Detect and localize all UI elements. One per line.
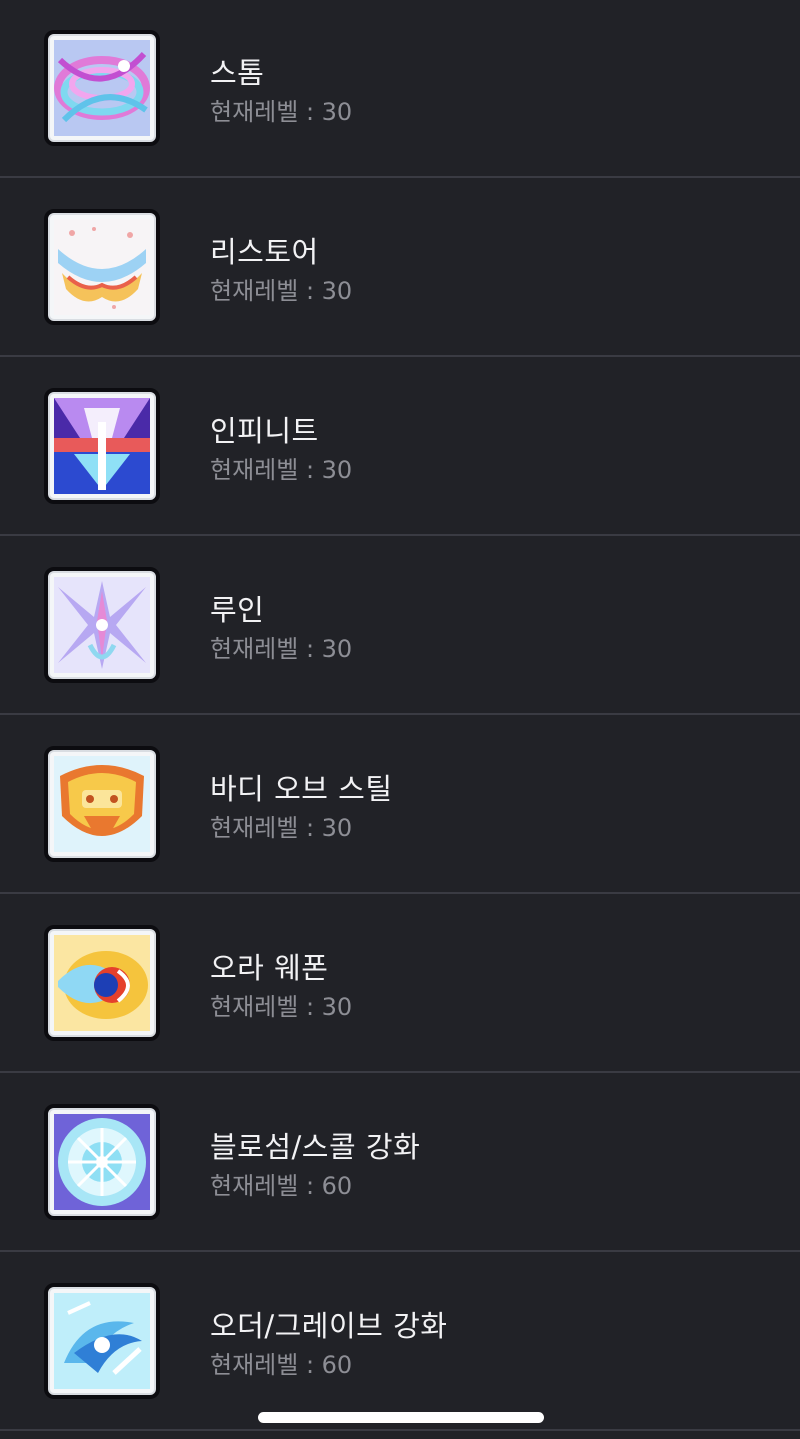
- skill-name: 리스토어: [210, 235, 319, 269]
- skill-level: 현재레벨 : 30: [210, 814, 353, 842]
- home-indicator[interactable]: [258, 1412, 544, 1423]
- ruin-icon: [44, 567, 160, 683]
- body-of-steel-icon: [44, 746, 160, 862]
- skill-row-body-of-steel[interactable]: 바디 오브 스틸 현재레벨 : 30: [0, 716, 800, 894]
- skill-name: 오더/그레이브 강화: [210, 1309, 448, 1343]
- skill-row-aura-weapon[interactable]: 오라 웨폰 현재레벨 : 30: [0, 895, 800, 1073]
- skill-name: 블로섬/스콜 강화: [210, 1130, 421, 1164]
- blossom-squall-icon: [44, 1104, 160, 1220]
- skill-name: 오라 웨폰: [210, 951, 329, 985]
- skill-name: 인피니트: [210, 414, 319, 448]
- skill-name: 바디 오브 스틸: [210, 772, 393, 806]
- skill-name: 루인: [210, 593, 265, 627]
- infinite-icon: [44, 388, 160, 504]
- storm-icon: [44, 30, 160, 146]
- skill-row-ruin[interactable]: 루인 현재레벨 : 30: [0, 537, 800, 715]
- skill-name: 스톰: [210, 56, 265, 90]
- skill-level: 현재레벨 : 30: [210, 98, 353, 126]
- aura-weapon-icon: [44, 925, 160, 1041]
- order-grave-icon: [44, 1283, 160, 1399]
- skill-row-order-grave[interactable]: 오더/그레이브 강화 현재레벨 : 60: [0, 1253, 800, 1431]
- skill-level: 현재레벨 : 30: [210, 635, 353, 663]
- restore-icon: [44, 209, 160, 325]
- skill-level: 현재레벨 : 60: [210, 1351, 353, 1379]
- skill-row-restore[interactable]: 리스토어 현재레벨 : 30: [0, 179, 800, 357]
- skill-row-storm[interactable]: 스톰 현재레벨 : 30: [0, 0, 800, 178]
- skill-row-infinite[interactable]: 인피니트 현재레벨 : 30: [0, 358, 800, 536]
- skill-level: 현재레벨 : 30: [210, 993, 353, 1021]
- skill-row-blossom-squall[interactable]: 블로섬/스콜 강화 현재레벨 : 60: [0, 1074, 800, 1252]
- skill-level: 현재레벨 : 30: [210, 277, 353, 305]
- skill-level: 현재레벨 : 60: [210, 1172, 353, 1200]
- skill-level: 현재레벨 : 30: [210, 456, 353, 484]
